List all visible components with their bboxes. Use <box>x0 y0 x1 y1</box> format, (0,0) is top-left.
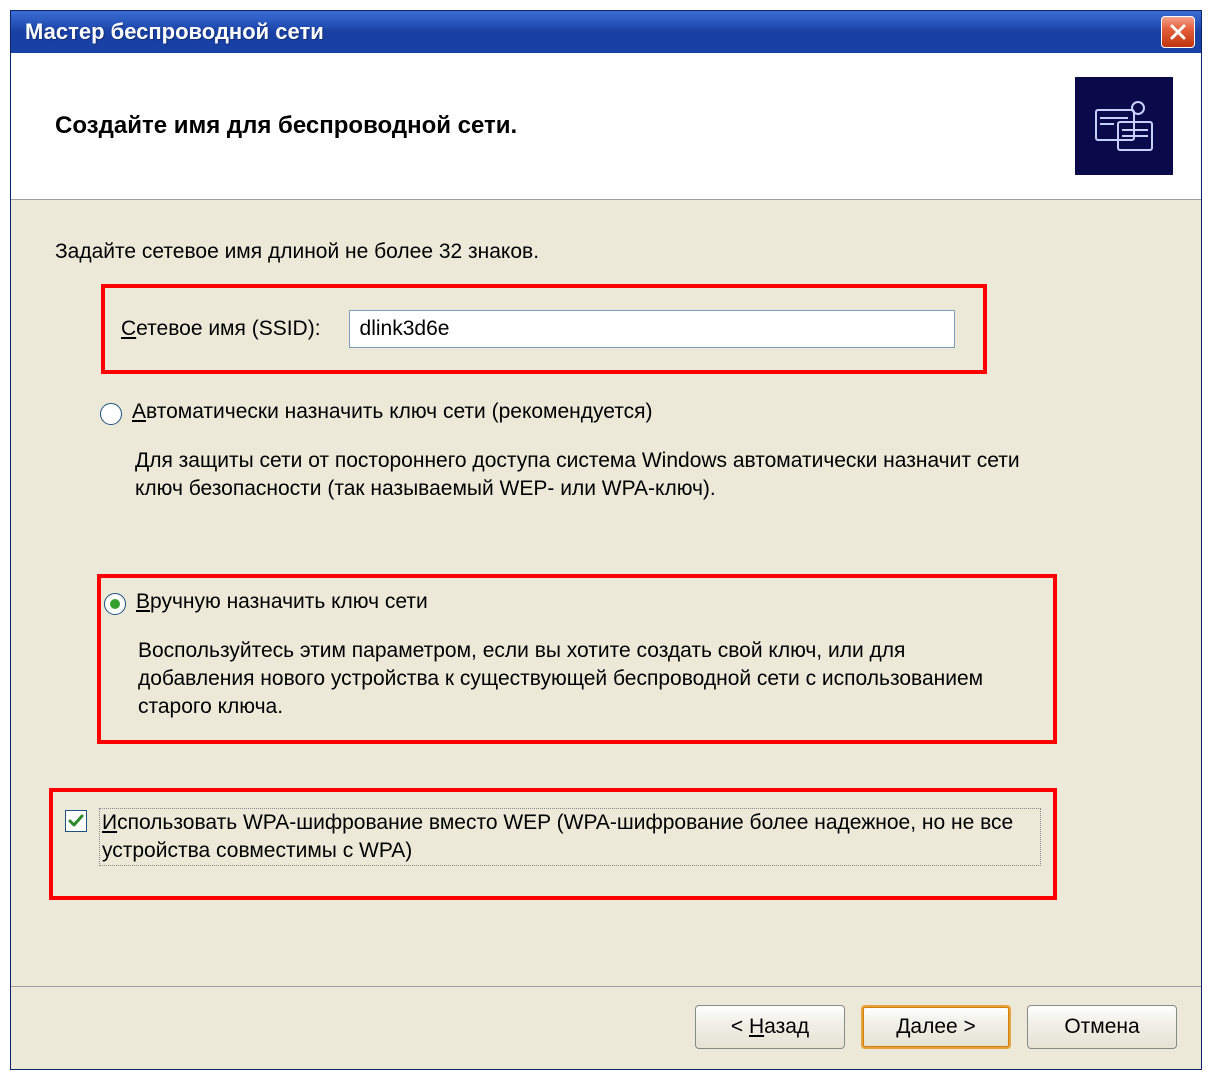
ssid-highlight-box: Сетевое имя (SSID): <box>101 284 987 374</box>
wizard-content: Задайте сетевое имя длиной не более 32 з… <box>11 200 1201 986</box>
wpa-checkbox-label[interactable]: Использовать WPA-шифрование вместо WEP (… <box>99 808 1041 867</box>
wizard-window: Мастер беспроводной сети Создайте имя дл… <box>10 10 1202 1070</box>
instruction-text: Задайте сетевое имя длиной не более 32 з… <box>55 240 1157 264</box>
close-button[interactable] <box>1161 16 1195 48</box>
ssid-label: Сетевое имя (SSID): <box>121 317 321 341</box>
auto-key-radio-row: Автоматически назначить ключ сети (реком… <box>100 400 1157 425</box>
check-icon <box>67 812 85 830</box>
window-title: Мастер беспроводной сети <box>25 19 324 45</box>
wpa-highlight-box: Использовать WPA-шифрование вместо WEP (… <box>49 788 1057 901</box>
page-title: Создайте имя для беспроводной сети. <box>55 112 517 140</box>
device-icon <box>1075 77 1173 175</box>
wizard-footer: < Назад Далее > Отмена <box>11 986 1201 1069</box>
close-icon <box>1169 23 1187 41</box>
auto-key-description: Для защиты сети от постороннего доступа … <box>135 447 1057 504</box>
next-button[interactable]: Далее > <box>861 1005 1011 1049</box>
cancel-button[interactable]: Отмена <box>1027 1005 1177 1049</box>
back-button[interactable]: < Назад <box>695 1005 845 1049</box>
manual-key-radio-row: Вручную назначить ключ сети <box>104 590 1033 615</box>
manual-key-highlight-box: Вручную назначить ключ сети Воспользуйте… <box>97 574 1057 744</box>
manual-key-radio[interactable] <box>104 593 126 615</box>
auto-key-label[interactable]: Автоматически назначить ключ сети (реком… <box>132 400 653 424</box>
manual-key-label[interactable]: Вручную назначить ключ сети <box>136 590 428 614</box>
ssid-input[interactable] <box>349 310 955 348</box>
manual-key-description: Воспользуйтесь этим параметром, если вы … <box>138 637 1023 722</box>
auto-key-radio[interactable] <box>100 403 122 425</box>
wpa-checkbox[interactable] <box>65 810 87 832</box>
titlebar: Мастер беспроводной сети <box>11 11 1201 53</box>
wizard-header: Создайте имя для беспроводной сети. <box>11 53 1201 200</box>
